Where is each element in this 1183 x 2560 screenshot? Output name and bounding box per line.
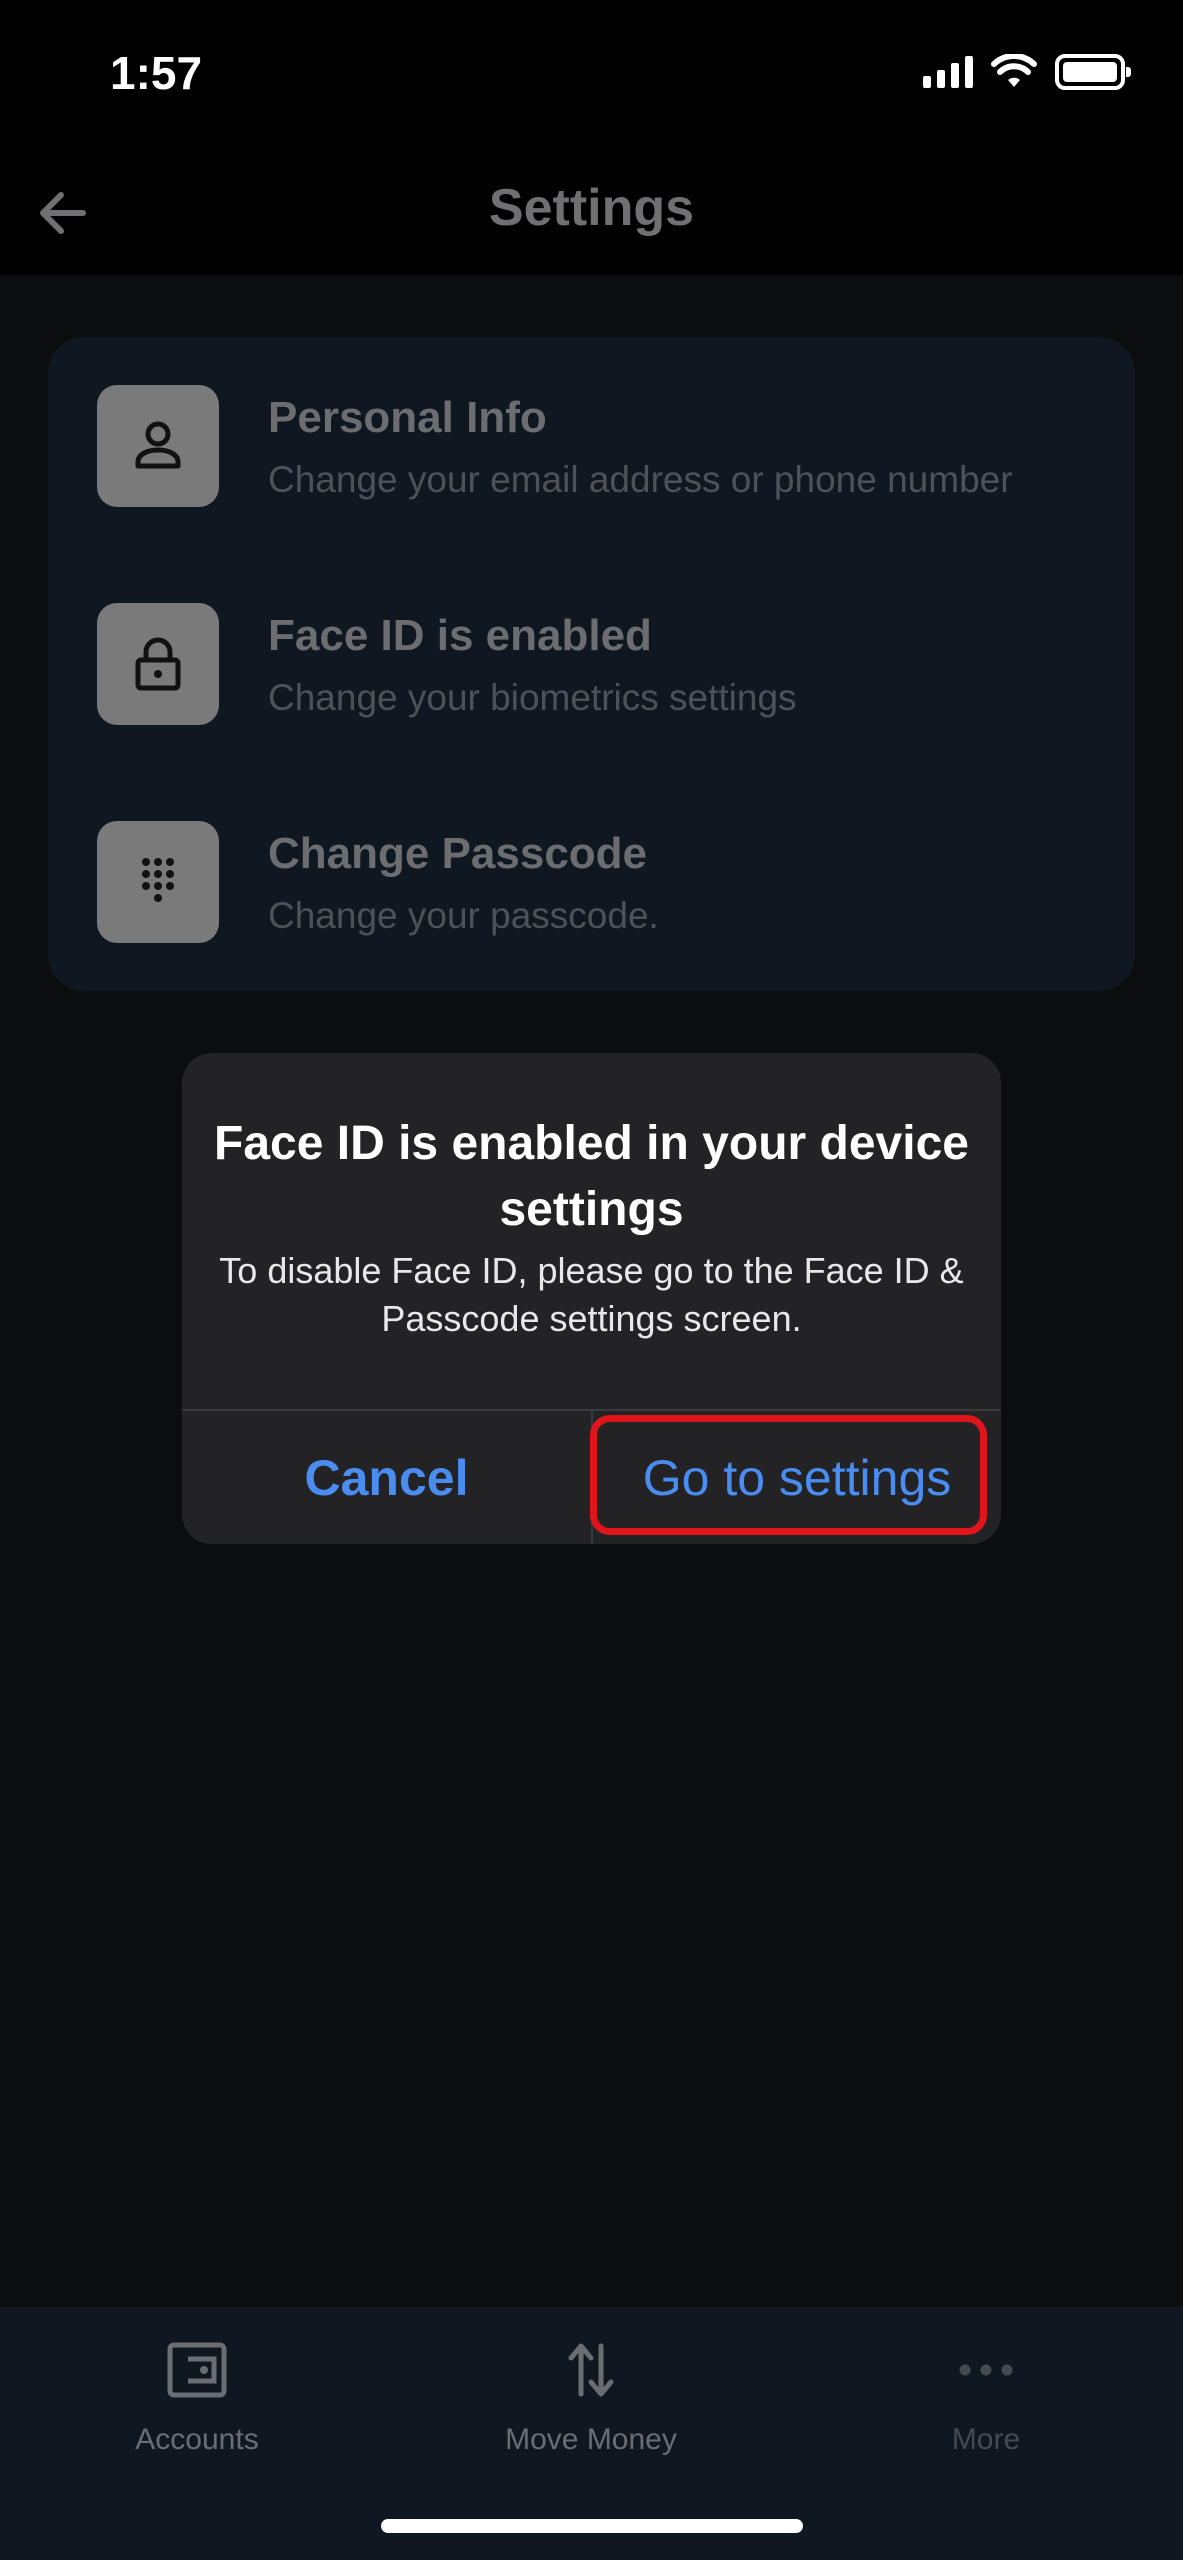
battery-icon bbox=[1055, 54, 1131, 90]
dialog-title: Face ID is enabled in your device settin… bbox=[214, 1117, 969, 1236]
settings-card: Personal Info Change your email address … bbox=[48, 337, 1135, 991]
setting-subtitle: Change your passcode. bbox=[268, 895, 659, 936]
home-indicator bbox=[381, 2519, 803, 2533]
setting-title: Change Passcode bbox=[268, 829, 648, 878]
status-time: 1:57 bbox=[110, 47, 203, 99]
setting-subtitle: Change your email address or phone numbe… bbox=[268, 459, 1013, 500]
tab-accounts[interactable]: Accounts bbox=[0, 2307, 394, 2487]
page-title: Settings bbox=[488, 179, 695, 237]
tab-more[interactable]: More bbox=[789, 2307, 1183, 2487]
keypad-icon bbox=[97, 821, 219, 943]
dialog-message: To disable Face ID, please go to the Fac… bbox=[219, 1250, 964, 1339]
lock-icon bbox=[97, 603, 219, 725]
setting-title: Personal Info bbox=[268, 393, 547, 442]
setting-subtitle: Change your biometrics settings bbox=[268, 677, 797, 718]
transfer-arrows-icon bbox=[565, 2335, 617, 2405]
status-bar: 1:57 bbox=[0, 0, 1183, 150]
more-dots-icon bbox=[958, 2335, 1014, 2405]
setting-title: Face ID is enabled bbox=[268, 611, 652, 660]
nav-header: Settings bbox=[0, 150, 1183, 275]
setting-change-passcode[interactable]: Change Passcode Change your passcode. bbox=[48, 773, 1135, 991]
tab-label: More bbox=[951, 2423, 1021, 2456]
tab-move-money[interactable]: Move Money bbox=[394, 2307, 788, 2487]
status-icons bbox=[923, 52, 1131, 92]
tab-label: Accounts bbox=[135, 2423, 259, 2456]
cancel-button[interactable]: Cancel bbox=[182, 1411, 591, 1544]
person-icon bbox=[97, 385, 219, 507]
tab-label: Move Money bbox=[505, 2423, 677, 2456]
highlight-box bbox=[590, 1415, 987, 1535]
signal-icon bbox=[923, 56, 973, 88]
wallet-icon bbox=[166, 2335, 228, 2405]
setting-personal-info[interactable]: Personal Info Change your email address … bbox=[48, 337, 1135, 555]
setting-face-id[interactable]: Face ID is enabled Change your biometric… bbox=[48, 555, 1135, 773]
wifi-icon bbox=[991, 54, 1037, 87]
